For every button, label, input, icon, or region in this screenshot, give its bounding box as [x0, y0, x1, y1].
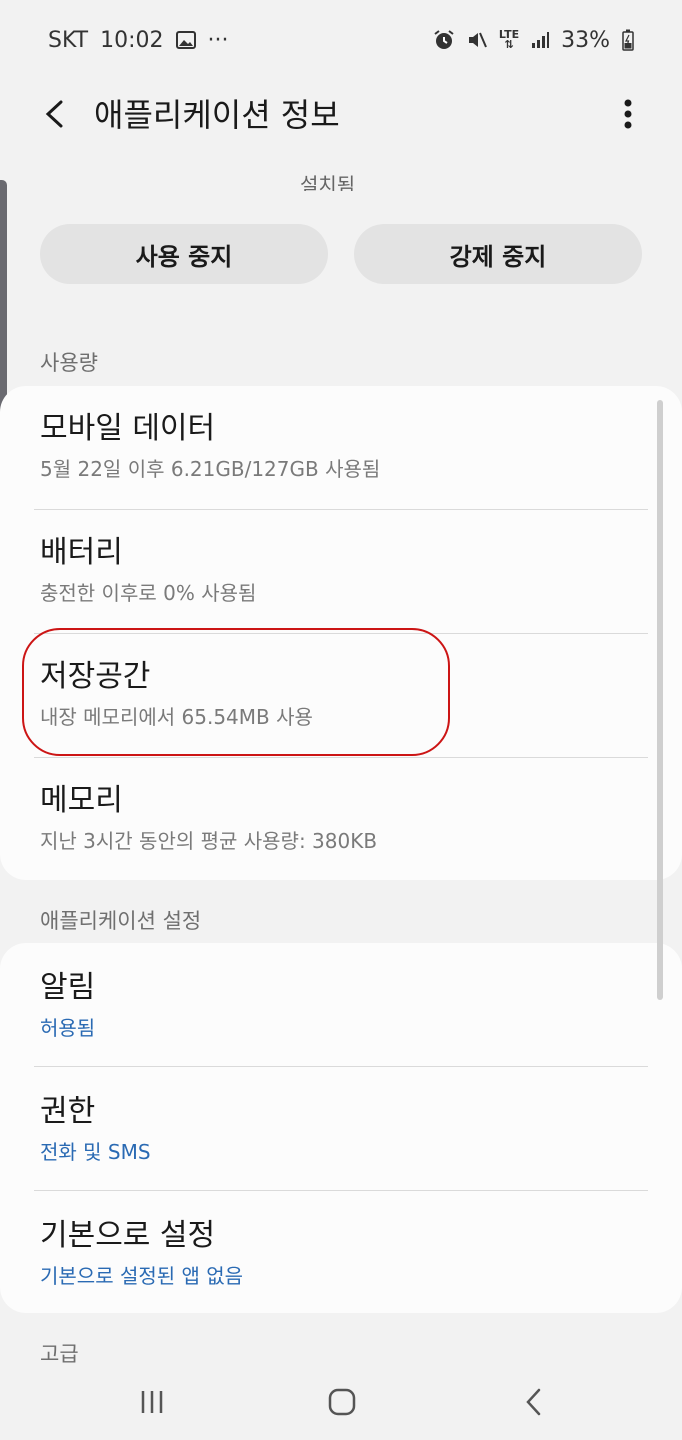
- list-item-subtitle: 충전한 이후로 0% 사용됨: [40, 581, 257, 605]
- disable-button[interactable]: 사용 중지: [40, 224, 328, 284]
- list-item-title: 모바일 데이터: [40, 411, 216, 446]
- list-item-subtitle: 기본으로 설정된 앱 없음: [40, 1264, 244, 1288]
- home-button[interactable]: [322, 1382, 362, 1422]
- battery-charging-icon: [622, 29, 634, 51]
- back-button[interactable]: [36, 94, 72, 134]
- list-item-title: 알림: [40, 970, 96, 1005]
- install-status-text: 설치됨: [300, 171, 390, 191]
- back-arrow-icon: [45, 100, 63, 128]
- gallery-icon: [175, 31, 196, 49]
- list-item-subtitle: 허용됨: [40, 1016, 96, 1040]
- list-item-battery[interactable]: 배터리 충전한 이후로 0% 사용됨: [40, 534, 640, 606]
- status-left: SKT 10:02 ···: [48, 28, 229, 53]
- list-item-subtitle: 5월 22일 이후 6.21GB/127GB 사용됨: [40, 457, 381, 481]
- signal-icon: [531, 31, 550, 49]
- clock: 10:02: [100, 27, 164, 53]
- app-settings-section-label: 애플리케이션 설정: [40, 909, 202, 933]
- list-item-notifications[interactable]: 알림 허용됨: [40, 969, 640, 1041]
- divider: [34, 1066, 648, 1067]
- back-nav-icon: [526, 1388, 541, 1416]
- storage-highlight-annotation: [22, 628, 450, 756]
- divider: [34, 757, 648, 758]
- list-item-mobile-data[interactable]: 모바일 데이터 5월 22일 이후 6.21GB/127GB 사용됨: [40, 410, 640, 482]
- divider: [34, 1190, 648, 1191]
- list-item-title: 기본으로 설정: [40, 1218, 216, 1253]
- list-item-permissions[interactable]: 권한 전화 및 SMS: [40, 1093, 640, 1165]
- recent-apps-icon: [141, 1391, 163, 1413]
- lte-icon: LTE ⇅: [499, 29, 519, 51]
- install-status-label: 설치됨: [300, 173, 356, 191]
- more-vertical-icon: [624, 99, 632, 129]
- list-item-subtitle: 지난 3시간 동안의 평균 사용량: 380KB: [40, 829, 378, 853]
- divider: [34, 509, 648, 510]
- list-item-title: 메모리: [40, 783, 123, 818]
- mute-icon: [467, 30, 487, 50]
- status-right: LTE ⇅ 33%: [433, 28, 634, 53]
- force-stop-button[interactable]: 강제 중지: [354, 224, 642, 284]
- list-item-title: 배터리: [40, 535, 123, 570]
- list-item-memory[interactable]: 메모리 지난 3시간 동안의 평균 사용량: 380KB: [40, 782, 640, 854]
- status-bar: SKT 10:02 ··· LTE ⇅ 33%: [0, 0, 682, 80]
- battery-percent: 33%: [561, 27, 610, 53]
- recent-apps-button[interactable]: [132, 1382, 172, 1422]
- more-options-button[interactable]: [610, 92, 646, 136]
- alarm-icon: [433, 29, 455, 51]
- app-bar: 애플리케이션 정보: [0, 80, 682, 146]
- usage-section-label: 사용량: [40, 351, 98, 375]
- list-item-title: 권한: [40, 1094, 96, 1129]
- home-icon: [328, 1388, 356, 1416]
- list-item-set-as-default[interactable]: 기본으로 설정 기본으로 설정된 앱 없음: [40, 1217, 640, 1289]
- carrier-label: SKT: [48, 27, 89, 53]
- scrollbar[interactable]: [657, 400, 663, 1000]
- app-settings-card: 알림 허용됨 권한 전화 및 SMS 기본으로 설정 기본으로 설정된 앱 없음: [0, 943, 682, 1313]
- back-nav-button[interactable]: [514, 1382, 554, 1422]
- data-arrows-icon: ⇅: [504, 38, 514, 51]
- page-title: 애플리케이션 정보: [94, 96, 340, 134]
- more-notifications-icon: ···: [207, 27, 229, 53]
- list-item-subtitle: 전화 및 SMS: [40, 1140, 151, 1164]
- navigation-bar: [0, 1364, 682, 1440]
